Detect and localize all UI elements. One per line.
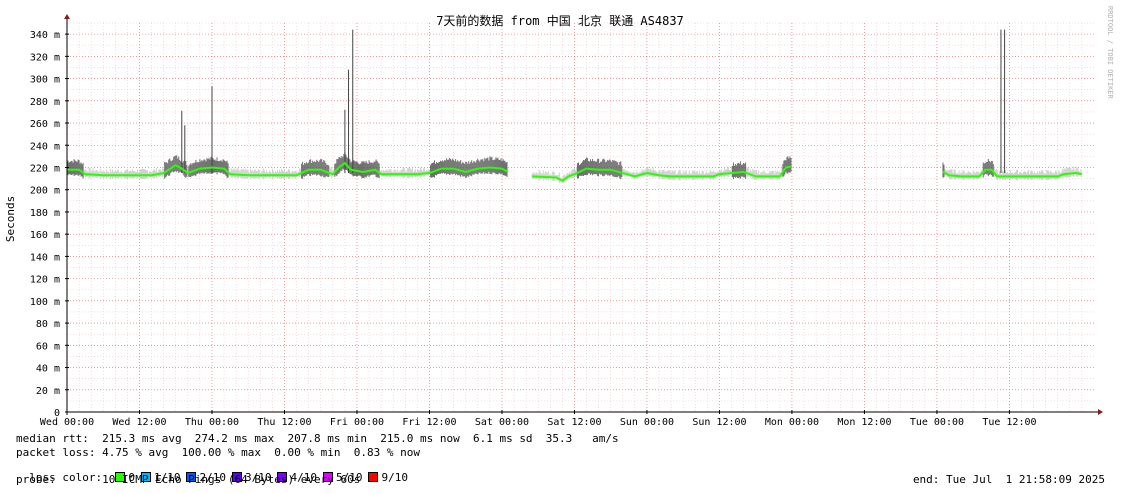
y-tick-label: 300 m xyxy=(30,75,60,86)
x-tick-label: Thu 00:00 xyxy=(185,417,239,428)
y-axis-label: Seconds xyxy=(4,196,17,242)
watermark: RRDTOOL / TOBI OETIKER xyxy=(1106,6,1114,100)
x-tick-label: Fri 00:00 xyxy=(330,417,384,428)
y-tick-label: 160 m xyxy=(30,230,60,241)
y-tick-label: 60 m xyxy=(36,341,60,352)
y-tick-label: 180 m xyxy=(30,208,60,219)
y-tick-label: 120 m xyxy=(30,275,60,286)
y-tick-label: 260 m xyxy=(30,119,60,130)
chart-title: 7天前的数据 from 中国 北京 联通 AS4837 xyxy=(436,13,684,28)
x-tick-label: Tue 00:00 xyxy=(910,417,964,428)
end-time: end: Tue Jul 1 21:58:09 2025 xyxy=(912,473,1105,486)
y-tick-label: 20 m xyxy=(36,386,60,397)
smokeping-chart: 020 m40 m60 m80 m100 m120 m140 m160 m180… xyxy=(4,6,1114,428)
x-tick-label: Sat 12:00 xyxy=(547,417,601,428)
y-tick-label: 100 m xyxy=(30,297,60,308)
x-tick-label: Sun 12:00 xyxy=(692,417,746,428)
median-rtt-stats: median rtt: 215.3 ms avg 274.2 ms max 20… xyxy=(16,432,619,445)
x-tick-label: Fri 12:00 xyxy=(402,417,456,428)
y-axis-arrow xyxy=(64,14,70,19)
y-tick-label: 80 m xyxy=(36,319,60,330)
loss-swatch xyxy=(368,472,379,482)
loss-legend-label: 9/10 xyxy=(381,471,408,484)
y-tick-label: 40 m xyxy=(36,364,60,375)
y-tick-label: 320 m xyxy=(30,52,60,63)
probe-info: probe: 10 ICMP Echo Pings (64 Bytes) eve… xyxy=(16,473,361,486)
x-tick-label: Mon 12:00 xyxy=(837,417,891,428)
x-tick-label: Sat 00:00 xyxy=(475,417,529,428)
x-tick-label: Tue 12:00 xyxy=(982,417,1036,428)
x-tick-label: Mon 00:00 xyxy=(765,417,819,428)
grid xyxy=(67,22,1094,412)
y-tick-label: 220 m xyxy=(30,163,60,174)
y-tick-label: 280 m xyxy=(30,97,60,108)
y-tick-label: 340 m xyxy=(30,30,60,41)
y-tick-label: 240 m xyxy=(30,141,60,152)
x-tick-label: Wed 00:00 xyxy=(40,417,94,428)
x-tick-label: Wed 12:00 xyxy=(112,417,166,428)
y-tick-label: 200 m xyxy=(30,186,60,197)
axes: 020 m40 m60 m80 m100 m120 m140 m160 m180… xyxy=(30,14,1103,428)
x-tick-label: Thu 12:00 xyxy=(257,417,311,428)
y-tick-label: 140 m xyxy=(30,252,60,263)
x-tick-label: Sun 00:00 xyxy=(620,417,674,428)
loss-legend-item: 9/10 xyxy=(368,471,408,484)
x-axis-arrow xyxy=(1098,409,1103,415)
smoke-band xyxy=(66,29,1082,184)
